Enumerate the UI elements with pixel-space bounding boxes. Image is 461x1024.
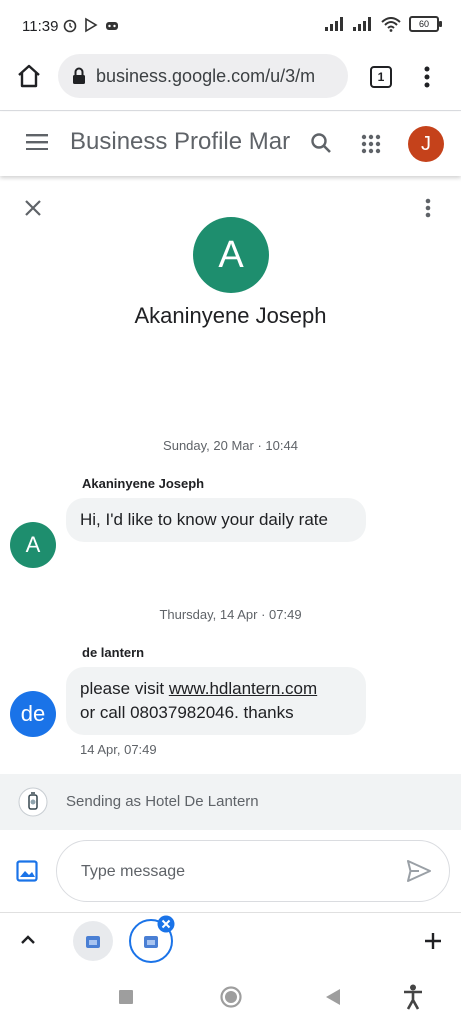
sender-avatar: de — [10, 691, 56, 737]
account-avatar[interactable]: J — [408, 126, 444, 162]
home-icon[interactable] — [16, 64, 42, 88]
sender-avatar: A — [10, 522, 56, 568]
bottom-tabs-bar — [0, 912, 461, 969]
close-tab-icon[interactable] — [157, 915, 175, 933]
chevron-up-icon[interactable] — [21, 935, 35, 945]
date-separator: Thursday, 14 Apr · 07:49 — [159, 607, 302, 622]
url-bar[interactable]: business.google.com/u/3/m — [58, 54, 348, 98]
status-time: 11:39 — [22, 18, 59, 35]
search-icon[interactable] — [310, 132, 332, 154]
status-bar: 11:39 60 — [0, 0, 461, 52]
home-nav-icon[interactable] — [220, 986, 242, 1008]
sender-name: Akaninyene Joseph — [82, 476, 205, 491]
message-bubble[interactable]: please visit www.hdlantern.com or call 0… — [66, 667, 366, 735]
contact-avatar: A — [193, 217, 269, 293]
app-title: Business Profile Mar — [70, 128, 291, 155]
recents-icon[interactable] — [119, 990, 133, 1004]
sending-as-bar: Sending as Hotel De Lantern — [0, 774, 461, 830]
signal-icon — [325, 17, 343, 31]
accessibility-icon[interactable] — [403, 984, 423, 1010]
alarm-icon — [63, 19, 77, 33]
image-attach-icon[interactable] — [16, 860, 38, 882]
message-link[interactable]: www.hdlantern.com — [169, 679, 317, 698]
message-timestamp: 14 Apr, 07:49 — [80, 742, 157, 757]
message-text: Hi, I'd like to know your daily rate — [80, 510, 328, 529]
bot-icon — [106, 22, 118, 30]
toolbar-divider — [0, 110, 461, 111]
sender-name: de lantern — [82, 645, 145, 660]
contact-name: Akaninyene Joseph — [134, 303, 327, 328]
sending-as-text: Sending as Hotel De Lantern — [66, 793, 259, 810]
date-separator: Sunday, 20 Mar · 10:44 — [163, 438, 298, 453]
status-icons-left — [62, 17, 120, 33]
back-nav-icon[interactable] — [325, 988, 341, 1006]
system-nav-bar — [0, 970, 461, 1024]
apps-grid-icon[interactable] — [361, 134, 381, 154]
app-header: Business Profile Mar J — [0, 112, 461, 176]
signal-icon-2 — [353, 17, 371, 31]
add-tab-icon[interactable] — [424, 932, 442, 950]
lantern-logo-icon — [18, 787, 48, 817]
more-vert-icon[interactable] — [424, 66, 430, 88]
business-store-icon — [86, 936, 100, 948]
message-text-prefix: please visit — [80, 679, 169, 698]
send-icon[interactable] — [407, 860, 431, 882]
more-options-icon[interactable] — [425, 198, 431, 218]
lock-icon — [73, 67, 85, 84]
menu-icon[interactable] — [26, 134, 48, 150]
battery-icon: 60 — [409, 16, 442, 32]
business-store-icon — [144, 936, 158, 948]
url-text: business.google.com/u/3/m — [96, 65, 316, 86]
tab-switcher-button[interactable]: 1 — [370, 66, 392, 88]
browser-toolbar: business.google.com/u/3/m 1 — [0, 52, 461, 110]
tab-thumbnail[interactable] — [73, 921, 113, 961]
tab-thumbnail-active[interactable] — [129, 915, 175, 963]
message-input[interactable] — [79, 857, 383, 887]
wifi-icon — [381, 16, 401, 32]
play-store-icon — [85, 17, 98, 33]
status-icons-right: 60 — [325, 16, 442, 32]
message-text-suffix: or call 08037982046. thanks — [80, 703, 294, 722]
message-bubble[interactable]: Hi, I'd like to know your daily rate — [66, 498, 366, 542]
close-icon[interactable] — [24, 199, 42, 217]
compose-box[interactable] — [56, 840, 450, 902]
